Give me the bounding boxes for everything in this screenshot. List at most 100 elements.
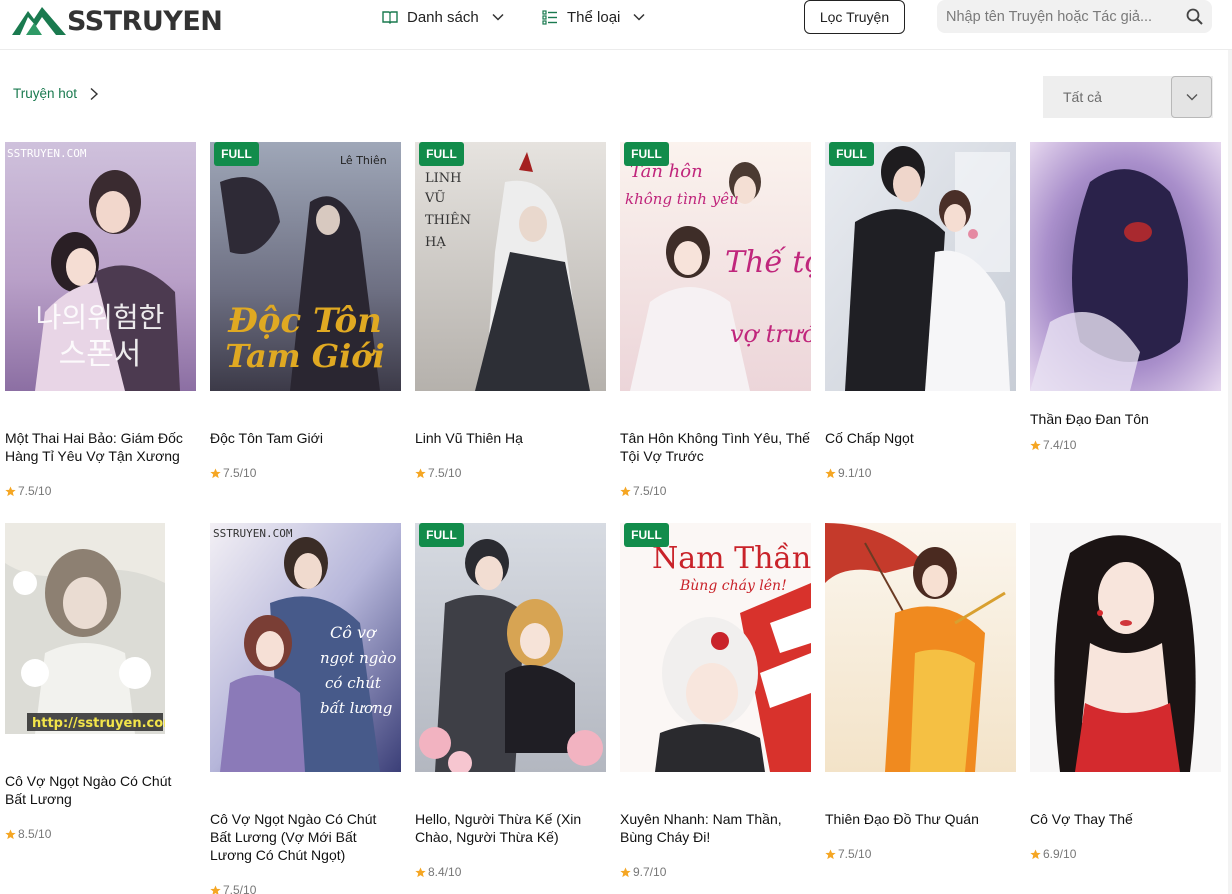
section-title: Truyện hot <box>13 86 78 101</box>
star-icon <box>415 866 426 877</box>
nav-danh-sach-label: Danh sách <box>407 8 479 26</box>
cover-illustration: http://sstruyen.com <box>5 523 165 734</box>
book-title[interactable]: Tân Hôn Không Tình Yêu, Thế Tội Vợ Trước <box>620 429 811 465</box>
list-icon <box>542 10 557 25</box>
svg-text:HẠ: HẠ <box>425 235 446 250</box>
book-card[interactable]: 나의위험한 스폰서 SSTRUYEN.COM Một Thai Hai Bảo:… <box>5 142 196 498</box>
book-card[interactable]: Cô Vợ Thay Thế 6.9/10 <box>1030 523 1221 861</box>
cover-illustration <box>825 523 1016 772</box>
svg-text:SSTRUYEN.COM: SSTRUYEN.COM <box>213 527 293 540</box>
full-badge: FULL <box>214 142 259 166</box>
svg-text:http://sstruyen.com: http://sstruyen.com <box>32 716 165 731</box>
rating-value: 9.7/10 <box>633 865 667 879</box>
select-toggle-button[interactable] <box>1171 76 1212 118</box>
book-title[interactable]: Thiên Đạo Đồ Thư Quán <box>825 810 1016 828</box>
book-card[interactable]: Thiên Đạo Đồ Thư Quán 7.5/10 <box>825 523 1016 861</box>
book-card[interactable]: LINH VŨ THIÊN HẠ FULL Linh Vũ Thiên Hạ 7… <box>415 142 606 480</box>
star-icon <box>620 485 631 496</box>
book-rating: 9.7/10 <box>620 865 666 879</box>
chevron-down-icon <box>1186 94 1197 101</box>
svg-text:스폰서: 스폰서 <box>59 337 142 372</box>
full-badge: FULL <box>419 523 464 547</box>
svg-text:THIÊN: THIÊN <box>425 212 471 228</box>
rating-value: 6.9/10 <box>1043 847 1077 861</box>
rating-value: 7.5/10 <box>223 466 257 480</box>
book-title[interactable]: Cô Vợ Ngọt Ngào Có Chút Bất Lương <box>5 772 196 808</box>
category-select[interactable]: Tất cả <box>1043 76 1213 118</box>
star-icon <box>1030 439 1041 450</box>
book-card[interactable]: FULL Cố Chấp Ngọt 9.1/10 <box>825 142 1016 480</box>
book-cover[interactable]: 나의위험한 스폰서 SSTRUYEN.COM <box>5 142 196 391</box>
rating-value: 9.1/10 <box>838 466 872 480</box>
book-card[interactable]: Độc Tôn Tam Giới Lê Thiên FULL Độc Tôn T… <box>210 142 401 480</box>
star-icon <box>620 866 631 877</box>
star-icon <box>5 485 16 496</box>
book-rating: 8.4/10 <box>415 865 461 879</box>
rating-value: 7.4/10 <box>1043 438 1077 452</box>
book-title[interactable]: Một Thai Hai Bảo: Giám Đốc Hàng Tỉ Yêu V… <box>5 429 196 465</box>
book-card[interactable]: http://sstruyen.com Cô Vợ Ngọt Ngào Có C… <box>5 523 196 841</box>
book-card[interactable]: Tân hôn không tình yêu Thế tội vợ trước … <box>620 142 811 498</box>
svg-text:Lê Thiên: Lê Thiên <box>340 154 387 167</box>
book-title[interactable]: Hello, Người Thừa Kế (Xin Chào, Người Th… <box>415 810 606 846</box>
rating-value: 8.5/10 <box>18 827 52 841</box>
svg-text:Độc Tôn: Độc Tôn <box>227 301 382 341</box>
cover-illustration: LINH VŨ THIÊN HẠ <box>415 142 606 391</box>
cover-illustration: Nam Thần! Bùng cháy lên! <box>620 523 811 772</box>
book-cover[interactable]: LINH VŨ THIÊN HẠ FULL <box>415 142 606 391</box>
svg-text:ngọt ngào: ngọt ngào <box>320 649 396 667</box>
svg-text:Tam Giới: Tam Giới <box>225 337 384 375</box>
book-card[interactable]: Cô vợ ngọt ngào có chút bất lương SSTRUY… <box>210 523 401 894</box>
filter-stories-button[interactable]: Lọc Truyện <box>804 0 905 34</box>
book-title[interactable]: Cô Vợ Thay Thế <box>1030 810 1221 828</box>
full-badge: FULL <box>624 142 669 166</box>
book-card[interactable]: Thần Đạo Đan Tôn 7.4/10 <box>1030 142 1221 452</box>
book-title[interactable]: Linh Vũ Thiên Hạ <box>415 429 606 447</box>
rating-value: 7.5/10 <box>428 466 462 480</box>
top-header: SSTRUYEN Danh sách Thể loại Lọc Truyện <box>0 0 1232 50</box>
site-logo[interactable]: SSTRUYEN <box>12 4 223 38</box>
book-title[interactable]: Thần Đạo Đan Tôn <box>1030 410 1221 428</box>
category-select-value: Tất cả <box>1063 89 1102 105</box>
svg-text:Thế tội: Thế tội <box>725 245 811 280</box>
cover-illustration <box>1030 523 1221 772</box>
book-rating: 9.1/10 <box>825 466 871 480</box>
book-title[interactable]: Cô Vợ Ngọt Ngào Có Chút Bất Lương (Vợ Mớ… <box>210 810 401 864</box>
book-cover[interactable] <box>825 523 1016 772</box>
cover-illustration <box>415 523 606 772</box>
search-box <box>937 0 1212 33</box>
book-cover[interactable]: Cô vợ ngọt ngào có chút bất lương SSTRUY… <box>210 523 401 772</box>
rating-value: 7.5/10 <box>18 484 52 498</box>
chevron-right-icon <box>90 87 99 100</box>
cover-illustration: 나의위험한 스폰서 <box>5 142 196 391</box>
book-cover[interactable]: http://sstruyen.com <box>5 523 165 734</box>
svg-text:VŨ: VŨ <box>424 190 445 206</box>
svg-text:Nam Thần!: Nam Thần! <box>652 541 811 576</box>
book-rating: 7.5/10 <box>210 466 256 480</box>
nav-danh-sach[interactable]: Danh sách <box>382 6 505 28</box>
star-icon <box>210 884 221 894</box>
book-cover[interactable]: FULL <box>415 523 606 772</box>
cover-illustration: Độc Tôn Tam Giới Lê Thiên <box>210 142 401 391</box>
book-cover[interactable]: Độc Tôn Tam Giới Lê Thiên FULL <box>210 142 401 391</box>
book-title[interactable]: Độc Tôn Tam Giới <box>210 429 401 447</box>
svg-text:LINH: LINH <box>425 171 461 186</box>
book-title[interactable]: Cố Chấp Ngọt <box>825 429 1016 447</box>
book-card[interactable]: FULL Hello, Người Thừa Kế (Xin Chào, Ngư… <box>415 523 606 879</box>
nav-the-loai[interactable]: Thể loại <box>542 6 646 28</box>
book-open-icon <box>382 11 398 24</box>
book-cover[interactable]: Nam Thần! Bùng cháy lên! FULL <box>620 523 811 772</box>
book-cover[interactable] <box>1030 142 1221 391</box>
book-cover[interactable]: FULL <box>825 142 1016 391</box>
svg-text:vợ trước: vợ trước <box>730 320 811 348</box>
search-icon[interactable] <box>1186 8 1203 25</box>
full-badge: FULL <box>419 142 464 166</box>
book-rating: 7.5/10 <box>415 466 461 480</box>
book-card[interactable]: Nam Thần! Bùng cháy lên! FULL Xuyên Nhan… <box>620 523 811 879</box>
hot-stories-link[interactable]: Truyện hot <box>13 86 99 101</box>
book-cover[interactable] <box>1030 523 1221 772</box>
book-cover[interactable]: Tân hôn không tình yêu Thế tội vợ trước … <box>620 142 811 391</box>
search-input[interactable] <box>946 8 1176 25</box>
page-scrollbar[interactable] <box>1228 50 1232 894</box>
book-title[interactable]: Xuyên Nhanh: Nam Thần, Bùng Cháy Đi! <box>620 810 811 846</box>
